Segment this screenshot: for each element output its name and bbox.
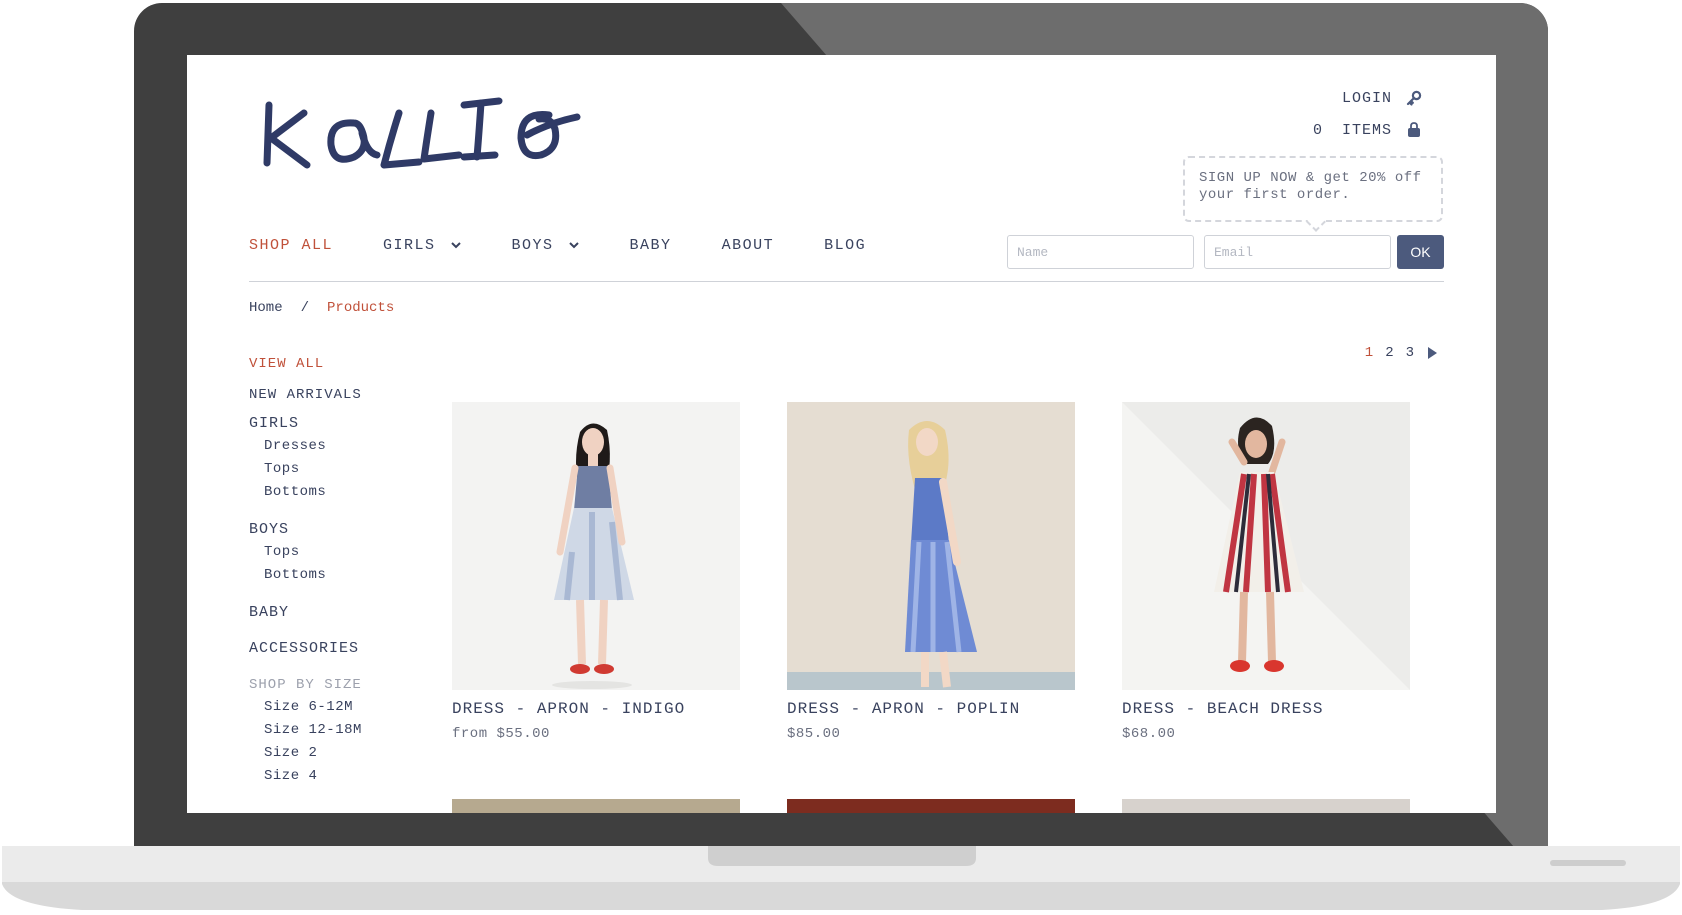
pagination: 1 2 3: [1365, 345, 1438, 361]
brand-logo-art: [263, 97, 581, 169]
product-price: $85.00: [787, 726, 841, 742]
sidebar-view-all[interactable]: VIEW ALL: [249, 353, 362, 375]
laptop-base: [2, 846, 1680, 910]
shopping-bag-icon: [1408, 122, 1420, 137]
product-name[interactable]: DRESS - BEACH DRESS: [1122, 700, 1410, 718]
newsletter-submit-button[interactable]: OK: [1397, 235, 1444, 269]
chevron-down-icon: [450, 242, 461, 249]
brand-logo[interactable]: [259, 83, 589, 178]
product-image[interactable]: [787, 402, 1075, 690]
sidebar-shop-by-size: SHOP BY SIZE: [249, 677, 362, 693]
newsletter-name-input[interactable]: [1007, 235, 1194, 269]
sidebar-girls-tops[interactable]: Tops: [249, 458, 362, 481]
nav-baby[interactable]: BABY: [630, 237, 672, 254]
product-image[interactable]: [452, 402, 740, 690]
product-image[interactable]: [1122, 402, 1410, 690]
nav-label: ABOUT: [721, 236, 775, 254]
nav-label: BOYS: [511, 236, 554, 254]
nav-label: BLOG: [824, 236, 867, 254]
product-name[interactable]: DRESS - APRON - INDIGO: [452, 700, 740, 718]
product-card[interactable]: DRESS - APRON - POPLIN $85.00: [787, 402, 1075, 742]
newsletter-email-input[interactable]: [1204, 235, 1391, 269]
key-icon: [1406, 90, 1422, 106]
main-nav: SHOP ALL GIRLS BOYS BABY ABOUT BLOG: [249, 230, 916, 260]
product-photo-girl-indigo-dress: [452, 402, 740, 690]
sidebar-boys-tops[interactable]: Tops: [249, 541, 362, 564]
product-price: $68.00: [1122, 726, 1176, 742]
nav-divider: [249, 281, 1444, 282]
cart-link[interactable]: 0 ITEMS: [1313, 114, 1422, 146]
nav-about[interactable]: ABOUT: [722, 237, 775, 254]
breadcrumb-current: Products: [327, 300, 395, 316]
signup-promo-bubble: SIGN UP NOW & get 20% off your first ord…: [1183, 156, 1443, 222]
login-link[interactable]: LOGIN: [1313, 82, 1422, 114]
nav-girls[interactable]: GIRLS: [383, 237, 462, 254]
breadcrumb-separator: /: [300, 300, 310, 316]
product-photo-girl-poplin-dress: [787, 402, 1075, 690]
sidebar-girls-dresses[interactable]: Dresses: [249, 435, 362, 458]
product-price: from $55.00: [452, 726, 550, 742]
nav-label: SHOP ALL: [249, 236, 334, 254]
sidebar-accessories[interactable]: ACCESSORIES: [249, 638, 362, 660]
sidebar-boys[interactable]: BOYS: [249, 519, 362, 541]
page-link-3[interactable]: 3: [1406, 345, 1414, 361]
next-page-arrow-icon[interactable]: [1426, 346, 1438, 360]
cart-label: ITEMS: [1341, 121, 1392, 139]
product-image-next-row[interactable]: [452, 799, 740, 813]
account-area: LOGIN 0 ITEMS: [1313, 82, 1422, 146]
sidebar-new-arrivals[interactable]: NEW ARRIVALS: [249, 384, 362, 406]
sidebar-size-item[interactable]: Size 4: [249, 765, 362, 788]
nav-shop-all[interactable]: SHOP ALL: [249, 237, 333, 254]
chevron-down-icon: [568, 242, 579, 249]
breadcrumb: Home / Products: [249, 300, 394, 316]
breadcrumb-home[interactable]: Home: [249, 300, 283, 316]
nav-blog[interactable]: BLOG: [824, 237, 866, 254]
sidebar-girls[interactable]: GIRLS: [249, 413, 362, 435]
page-link-1[interactable]: 1: [1365, 345, 1373, 361]
sidebar-size-item[interactable]: Size 12-18M: [249, 719, 362, 742]
sidebar-boys-bottoms[interactable]: Bottoms: [249, 564, 362, 587]
login-label: LOGIN: [1341, 89, 1392, 107]
product-photo-girl-beach-dress: [1122, 402, 1410, 690]
product-image-next-row[interactable]: [787, 799, 1075, 813]
sidebar-girls-bottoms[interactable]: Bottoms: [249, 481, 362, 504]
nav-label: GIRLS: [383, 236, 436, 254]
product-image-next-row[interactable]: [1122, 799, 1410, 813]
nav-boys[interactable]: BOYS: [512, 237, 580, 254]
sidebar-size-item[interactable]: Size 6-12M: [249, 696, 362, 719]
page-link-2[interactable]: 2: [1385, 345, 1393, 361]
browser-viewport: LOGIN 0 ITEMS SIGN UP NOW & get 20% off …: [187, 55, 1496, 813]
sidebar-baby[interactable]: BABY: [249, 602, 362, 624]
cart-count: 0: [1312, 121, 1323, 139]
sidebar-size-item[interactable]: Size 2: [249, 742, 362, 765]
product-card[interactable]: DRESS - APRON - INDIGO from $55.00: [452, 402, 740, 742]
nav-label: BABY: [629, 236, 672, 254]
product-card[interactable]: DRESS - BEACH DRESS $68.00: [1122, 402, 1410, 742]
product-name[interactable]: DRESS - APRON - POPLIN: [787, 700, 1075, 718]
category-sidebar: VIEW ALL NEW ARRIVALS GIRLS Dresses Tops…: [249, 353, 362, 788]
